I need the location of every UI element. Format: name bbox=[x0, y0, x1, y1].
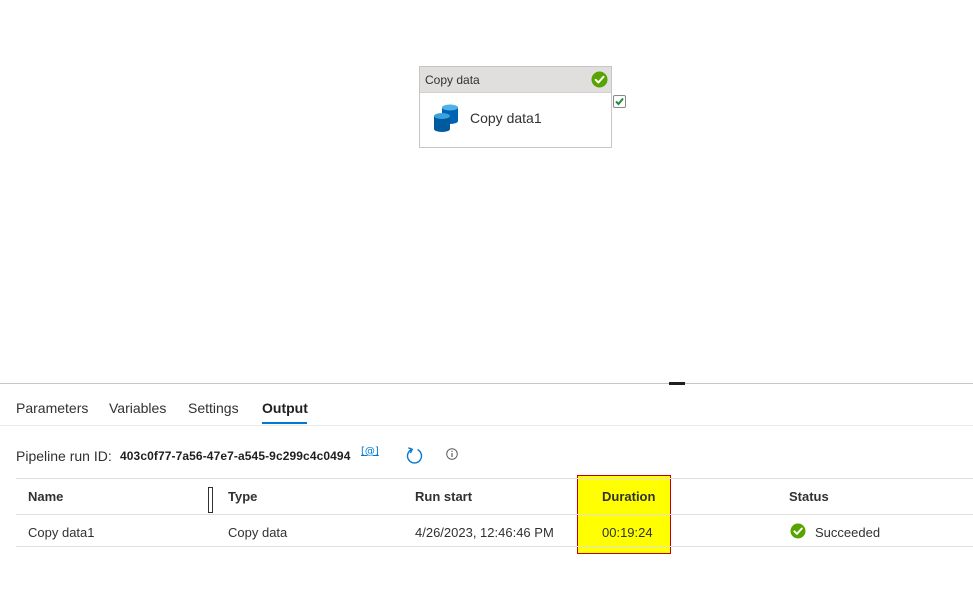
activity-body: Copy data1 bbox=[420, 93, 611, 147]
row-type-cell: Copy data bbox=[228, 525, 288, 540]
column-header-status[interactable]: Status bbox=[789, 489, 829, 504]
table-header-border bbox=[16, 514, 973, 515]
column-header-name[interactable]: Name bbox=[28, 489, 63, 504]
tab-settings[interactable]: Settings bbox=[188, 400, 239, 416]
info-icon[interactable] bbox=[446, 448, 458, 460]
active-tab-indicator bbox=[262, 422, 307, 424]
row-status-cell: Succeeded bbox=[815, 525, 881, 540]
tab-variables[interactable]: Variables bbox=[109, 400, 166, 416]
pipeline-run-id-value: 403c0f77-7a56-47e7-a545-9c299c4c0494 bbox=[120, 449, 351, 463]
table-top-border bbox=[16, 478, 973, 479]
row-name-cell[interactable]: Copy data1 bbox=[28, 525, 95, 540]
tab-output[interactable]: Output bbox=[262, 400, 308, 416]
row-duration-cell: 00:19:24 bbox=[602, 525, 653, 540]
copy-data-activity[interactable]: Copy data Copy data1 bbox=[419, 66, 612, 148]
bottom-panel-tabs: Parameters Variables Settings Output bbox=[0, 384, 973, 426]
check-circle-icon bbox=[591, 71, 608, 88]
success-port[interactable] bbox=[613, 95, 626, 108]
check-circle-icon bbox=[790, 523, 806, 539]
activity-type-label: Copy data bbox=[425, 73, 480, 87]
tab-parameters[interactable]: Parameters bbox=[16, 400, 88, 416]
pipeline-canvas[interactable]: Copy data Copy data1 bbox=[0, 0, 973, 383]
copy-icon[interactable]: [@] bbox=[361, 446, 379, 457]
activity-header: Copy data bbox=[420, 67, 611, 93]
checkbox-check-icon bbox=[615, 97, 624, 106]
column-header-run-start[interactable]: Run start bbox=[415, 489, 472, 504]
refresh-icon[interactable] bbox=[405, 446, 424, 465]
column-resize-handle[interactable] bbox=[208, 487, 213, 513]
column-header-type[interactable]: Type bbox=[228, 489, 257, 504]
database-icon bbox=[434, 104, 458, 132]
activity-runs-table: Name Type Run start Duration Status Copy… bbox=[16, 478, 973, 547]
column-header-duration[interactable]: Duration bbox=[602, 489, 655, 504]
pipeline-run-id-label: Pipeline run ID: bbox=[16, 448, 112, 464]
activity-name: Copy data1 bbox=[470, 110, 542, 126]
table-bottom-border bbox=[16, 546, 973, 547]
row-run-start-cell: 4/26/2023, 12:46:46 PM bbox=[415, 525, 554, 540]
